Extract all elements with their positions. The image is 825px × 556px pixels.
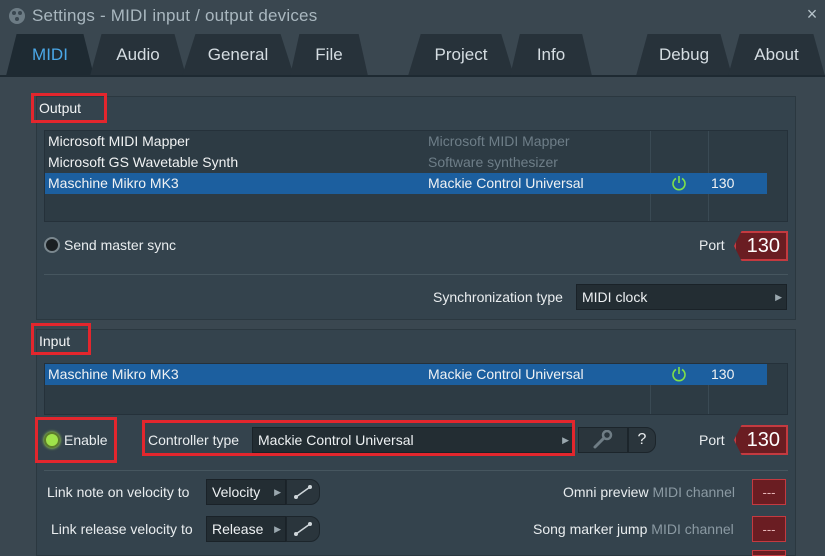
omni-preview-text: Omni preview xyxy=(563,484,649,500)
song-marker-text: Song marker jump xyxy=(533,521,648,537)
device-port: 130 xyxy=(711,366,735,382)
output-port-field[interactable]: 130 xyxy=(734,231,788,261)
power-icon[interactable] xyxy=(671,366,687,382)
send-master-sync-label: Send master sync xyxy=(64,237,177,253)
sync-type-dropdown[interactable]: MIDI clock ▶ xyxy=(576,284,787,310)
link-release-curve-button[interactable] xyxy=(286,516,320,542)
list-item[interactable]: Microsoft GS Wavetable Synth Software sy… xyxy=(45,152,767,173)
chevron-right-icon: ▶ xyxy=(274,524,281,534)
settings-tabs: MIDI Audio General File Project Info Deb… xyxy=(0,34,825,76)
tab-midi[interactable]: MIDI xyxy=(6,34,94,76)
song-marker-channel-field[interactable]: --- xyxy=(752,516,786,542)
tab-audio[interactable]: Audio xyxy=(90,34,186,76)
input-port-field[interactable]: 130 xyxy=(734,425,788,455)
divider xyxy=(44,274,788,275)
omni-preview-channel-field[interactable]: --- xyxy=(752,479,786,505)
device-controller: Software synthesizer xyxy=(428,154,558,170)
midi-channel-text: MIDI channel xyxy=(651,521,734,537)
output-device-list[interactable]: Microsoft MIDI Mapper Microsoft MIDI Map… xyxy=(44,130,788,222)
sync-type-label: Synchronization type xyxy=(433,289,563,305)
link-note-curve-button[interactable] xyxy=(286,479,320,505)
enable-highlight-box xyxy=(35,417,117,463)
tab-underline xyxy=(0,75,825,77)
device-name: Maschine Mikro MK3 xyxy=(48,366,179,382)
link-note-velocity-value: Velocity xyxy=(212,484,261,500)
tab-about[interactable]: About xyxy=(728,34,825,76)
device-name: Maschine Mikro MK3 xyxy=(48,175,179,191)
song-marker-label: Song marker jump MIDI channel xyxy=(533,521,734,537)
omni-preview-label: Omni preview MIDI channel xyxy=(563,484,735,500)
send-master-sync-radio[interactable] xyxy=(44,237,60,253)
fl-logo-icon xyxy=(9,8,25,24)
link-note-velocity-label: Link note on velocity to xyxy=(47,484,190,500)
input-device-list[interactable]: Maschine Mikro MK3 Mackie Control Univer… xyxy=(44,363,788,415)
list-item[interactable]: Maschine Mikro MK3 Mackie Control Univer… xyxy=(45,364,767,385)
sync-type-value: MIDI clock xyxy=(582,289,648,305)
window-title: Settings - MIDI input / output devices xyxy=(32,6,318,25)
tab-file[interactable]: File xyxy=(290,34,368,76)
curve-icon xyxy=(294,485,312,499)
list-item[interactable]: Microsoft MIDI Mapper Microsoft MIDI Map… xyxy=(45,131,767,152)
close-icon[interactable]: × xyxy=(803,5,821,23)
power-icon[interactable] xyxy=(671,175,687,191)
link-release-velocity-dropdown[interactable]: Release ▶ xyxy=(206,516,286,542)
link-release-velocity-value: Release xyxy=(212,521,264,537)
tab-debug[interactable]: Debug xyxy=(636,34,732,76)
tab-general[interactable]: General xyxy=(182,34,294,76)
device-port: 130 xyxy=(711,175,735,191)
list-item[interactable]: Maschine Mikro MK3 Mackie Control Univer… xyxy=(45,173,767,194)
curve-icon xyxy=(294,522,312,536)
device-controller: Microsoft MIDI Mapper xyxy=(428,133,570,149)
help-icon: ? xyxy=(637,431,647,448)
device-name: Microsoft MIDI Mapper xyxy=(48,133,190,149)
title-bar: Settings - MIDI input / output devices × xyxy=(0,0,825,32)
link-note-velocity-dropdown[interactable]: Velocity ▶ xyxy=(206,479,286,505)
device-controller: Mackie Control Universal xyxy=(428,175,584,191)
chevron-right-icon: ▶ xyxy=(274,487,281,497)
device-controller: Mackie Control Universal xyxy=(428,366,584,382)
tab-info[interactable]: Info xyxy=(510,34,592,76)
controller-highlight-box xyxy=(142,420,575,456)
wrench-icon xyxy=(593,430,613,449)
midi-channel-text: MIDI channel xyxy=(652,484,735,500)
output-highlight-box xyxy=(31,93,107,123)
chevron-right-icon: ▶ xyxy=(775,292,782,302)
link-release-velocity-label: Link release velocity to xyxy=(51,521,193,537)
output-port-label: Port xyxy=(699,237,725,253)
next-channel-field[interactable] xyxy=(752,550,786,556)
help-button[interactable]: ? xyxy=(628,427,656,453)
input-highlight-box xyxy=(31,323,91,355)
controller-settings-button[interactable] xyxy=(578,427,628,453)
tab-project[interactable]: Project xyxy=(408,34,514,76)
divider xyxy=(44,470,788,471)
device-name: Microsoft GS Wavetable Synth xyxy=(48,154,239,170)
input-port-label: Port xyxy=(699,432,725,448)
